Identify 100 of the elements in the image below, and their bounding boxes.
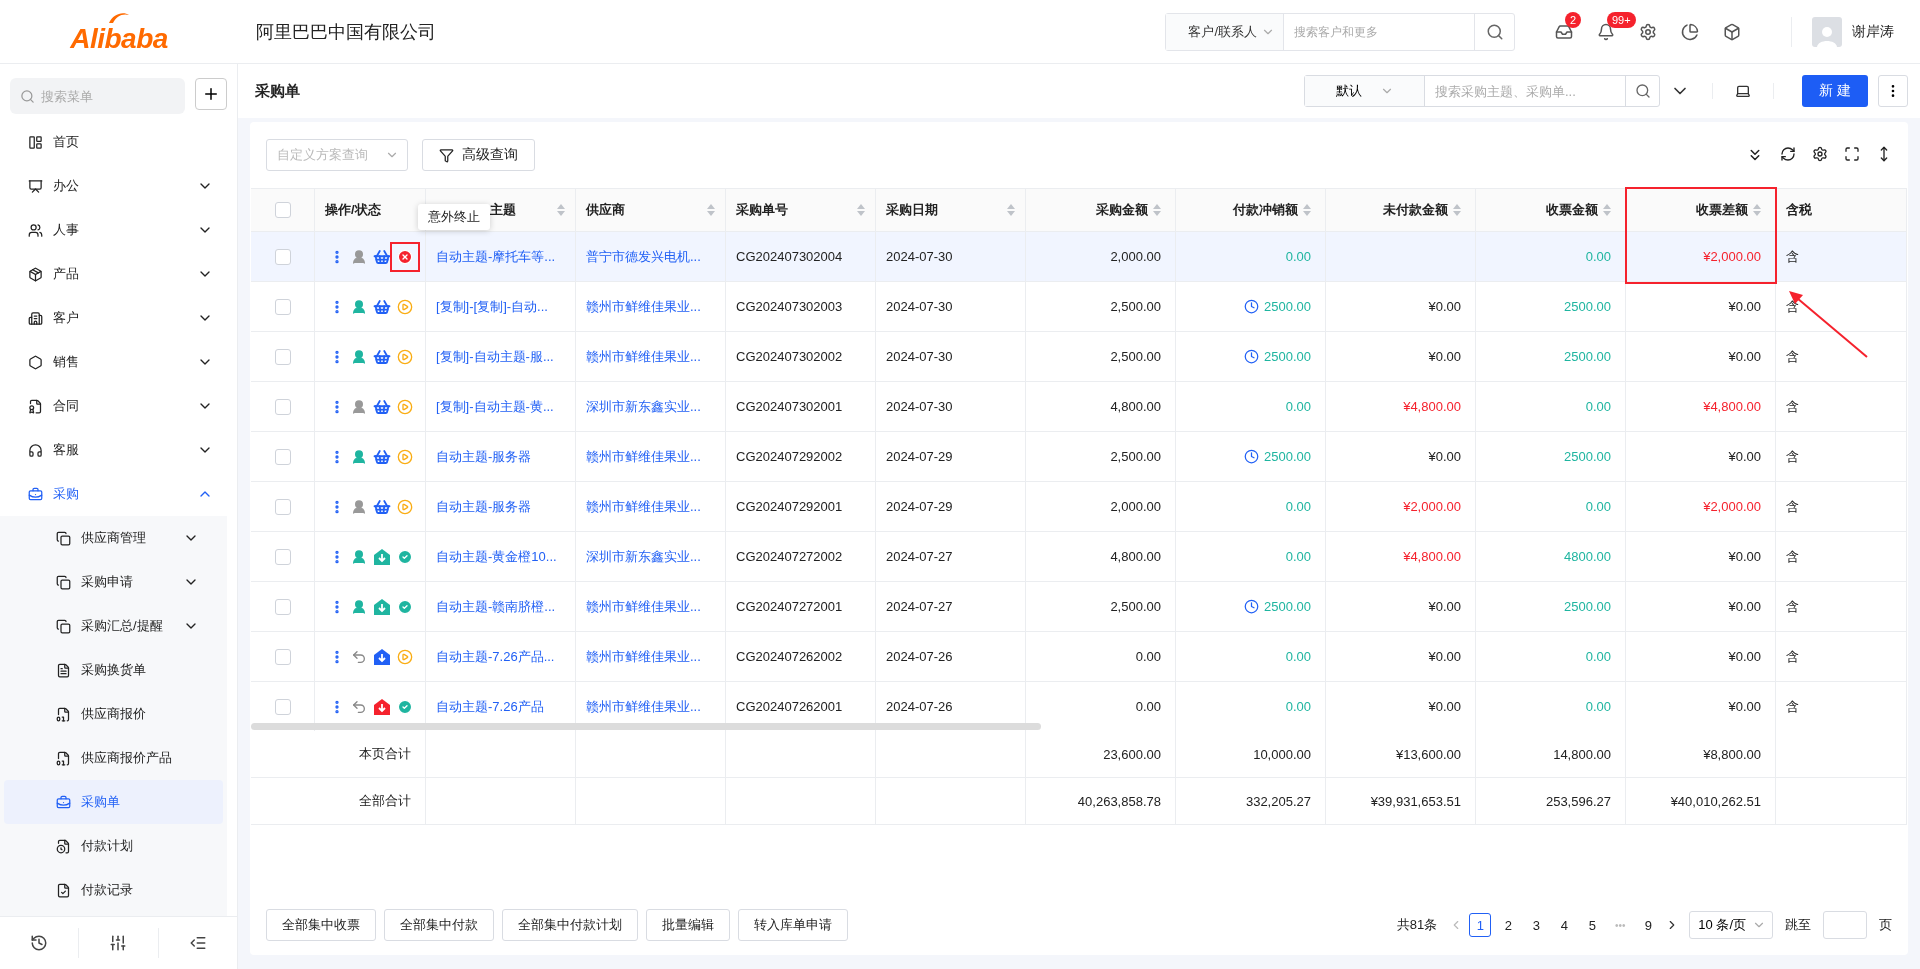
table-row[interactable]: 自动主题-服务器 赣州市鲜维佳果业... CG202407292002 2024-07-29 2,500.00 2500.00 ¥0.00 2500.00 ¥0.00 含 bbox=[251, 432, 1907, 482]
menu-search-box[interactable]: 搜索菜单 bbox=[10, 78, 185, 114]
supplier-link[interactable]: 赣州市鲜维佳果业... bbox=[586, 347, 701, 366]
undo-icon[interactable] bbox=[351, 698, 367, 715]
column-header[interactable]: 收票差额 bbox=[1626, 189, 1776, 231]
checkbox[interactable] bbox=[274, 548, 291, 565]
menu-item[interactable]: 客服 bbox=[0, 428, 237, 472]
person-icon[interactable] bbox=[351, 498, 367, 515]
sliders-icon[interactable] bbox=[109, 934, 128, 952]
page-button[interactable]: 1 bbox=[1469, 913, 1492, 937]
column-header[interactable]: 付款冲销额 bbox=[1176, 189, 1326, 231]
subject-link[interactable]: 自动主题-服务器 bbox=[436, 497, 532, 516]
menu-search-field[interactable]: 搜索菜单 bbox=[39, 87, 169, 105]
scrollbar[interactable] bbox=[251, 723, 1041, 730]
checkbox[interactable] bbox=[274, 298, 291, 315]
subject-link[interactable]: 自动主题-赣南脐橙... bbox=[436, 597, 556, 616]
menu-item[interactable]: 首页 bbox=[0, 120, 237, 164]
bell-icon[interactable] bbox=[1597, 22, 1615, 41]
refresh-icon[interactable] bbox=[1780, 146, 1796, 162]
person-icon[interactable] bbox=[351, 398, 367, 415]
supplier-link[interactable]: 深圳市新东鑫实业... bbox=[586, 397, 701, 416]
basket-icon[interactable] bbox=[373, 497, 391, 516]
cube-icon[interactable] bbox=[1723, 22, 1741, 41]
person-icon[interactable] bbox=[351, 298, 367, 315]
menu-item[interactable]: 采购单 bbox=[4, 780, 223, 824]
subject-link[interactable]: [复制]-自动主题-服... bbox=[436, 347, 554, 366]
checkbox[interactable] bbox=[274, 648, 291, 665]
menu-item[interactable]: 客户 bbox=[0, 296, 237, 340]
subject-link[interactable]: [复制]-[复制]-自动... bbox=[436, 297, 548, 316]
subject-link[interactable]: 自动主题-黄金橙10... bbox=[436, 547, 557, 566]
column-header[interactable]: 采购单号 bbox=[726, 189, 876, 231]
menu-item[interactable]: 产品 bbox=[0, 252, 237, 296]
column-header[interactable]: 收票金额 bbox=[1476, 189, 1626, 231]
menu-item[interactable]: 采购汇总/提醒 bbox=[4, 604, 223, 648]
checkbox[interactable] bbox=[274, 202, 291, 218]
search-bar[interactable]: 默认 搜索采购主题、采购单... bbox=[1304, 75, 1660, 107]
table-row[interactable]: [复制]-[复制]-自动... 赣州市鲜维佳果业... CG202407302003 2024-07-30 2,500.00 2500.00 ¥0.00 2500.00 ¥0.00 含 bbox=[251, 282, 1907, 332]
checkbox[interactable] bbox=[274, 698, 291, 715]
menu-item[interactable]: 供应商报价产品 bbox=[4, 736, 223, 780]
supplier-link[interactable]: 赣州市鲜维佳果业... bbox=[586, 647, 701, 666]
person-icon[interactable] bbox=[351, 248, 367, 265]
table-row[interactable]: 自动主题-服务器 赣州市鲜维佳果业... CG202407292001 2024-07-29 2,000.00 0.00 ¥2,000.00 0.00 ¥2,000.00 含 bbox=[251, 482, 1907, 532]
menu-item[interactable]: 采购 bbox=[0, 472, 237, 516]
table-row[interactable]: 自动主题-摩托车等... 普宁市德发兴电机... CG202407302004 2024-07-30 2,000.00 0.00 0.00 ¥2,000.00 含 bbox=[251, 232, 1907, 282]
person-icon[interactable] bbox=[351, 598, 367, 615]
column-header[interactable]: 采购日期 bbox=[876, 189, 1026, 231]
menu-item[interactable]: 付款计划 bbox=[4, 824, 223, 868]
page-size-select[interactable]: 10 条/页 bbox=[1689, 911, 1773, 939]
laptop-icon[interactable] bbox=[1735, 83, 1751, 99]
table-row[interactable]: 自动主题-7.26产品... 赣州市鲜维佳果业... CG202407262002 2024-07-26 0.00 0.00 ¥0.00 0.00 ¥0.00 含 bbox=[251, 632, 1907, 682]
menu-item[interactable]: 供应商报价 bbox=[4, 692, 223, 736]
table-row[interactable]: 自动主题-赣南脐橙... 赣州市鲜维佳果业... CG202407272001 2024-07-27 2,500.00 2500.00 ¥0.00 2500.00 ¥0.00 含 bbox=[251, 582, 1907, 632]
supplier-link[interactable]: 赣州市鲜维佳果业... bbox=[586, 497, 701, 516]
settings-icon[interactable] bbox=[1812, 146, 1828, 162]
action-button[interactable]: 全部集中付款 bbox=[384, 909, 494, 941]
warehouse-inbound-icon[interactable] bbox=[373, 697, 391, 716]
checkbox[interactable] bbox=[274, 448, 291, 465]
supplier-link[interactable]: 赣州市鲜维佳果业... bbox=[586, 447, 701, 466]
table-row[interactable]: [复制]-自动主题-黄... 深圳市新东鑫实业... CG202407302001 2024-07-30 4,800.00 0.00 ¥4,800.00 0.00 ¥4,800.00 含 bbox=[251, 382, 1907, 432]
person-icon[interactable] bbox=[351, 548, 367, 565]
basket-icon[interactable] bbox=[373, 297, 391, 316]
menu-item[interactable]: 办公 bbox=[0, 164, 237, 208]
history-icon[interactable] bbox=[30, 934, 49, 952]
menu-item[interactable]: 合同 bbox=[0, 384, 237, 428]
basket-icon[interactable] bbox=[373, 347, 391, 366]
subject-link[interactable]: [复制]-自动主题-黄... bbox=[436, 397, 554, 416]
menu-item[interactable]: 采购换货单 bbox=[4, 648, 223, 692]
new-button[interactable]: 新 建 bbox=[1802, 75, 1868, 107]
chart-icon[interactable] bbox=[1681, 22, 1699, 41]
table-row[interactable]: [复制]-自动主题-服... 赣州市鲜维佳果业... CG202407302002 2024-07-30 2,500.00 2500.00 ¥0.00 2500.00 ¥0.00 含 bbox=[251, 332, 1907, 382]
search-scope-select[interactable]: 客户/联系人 bbox=[1166, 13, 1284, 50]
menu-item[interactable]: 付款记录 bbox=[4, 868, 223, 912]
basket-icon[interactable] bbox=[373, 447, 391, 466]
supplier-link[interactable]: 深圳市新东鑫实业... bbox=[586, 547, 701, 566]
column-header[interactable]: 未付款金额 bbox=[1326, 189, 1476, 231]
undo-icon[interactable] bbox=[351, 648, 367, 665]
menu-item[interactable]: 销售 bbox=[0, 340, 237, 384]
checkbox[interactable] bbox=[274, 598, 291, 615]
supplier-link[interactable]: 赣州市鲜维佳果业... bbox=[586, 297, 701, 316]
settings-icon[interactable] bbox=[1639, 22, 1657, 41]
action-button[interactable]: 转入库单申请 bbox=[738, 909, 848, 941]
action-button[interactable]: 批量编辑 bbox=[646, 909, 730, 941]
add-button[interactable] bbox=[195, 78, 227, 110]
subject-link[interactable]: 自动主题-摩托车等... bbox=[436, 247, 556, 266]
subject-link[interactable]: 自动主题-7.26产品 bbox=[436, 697, 544, 716]
subject-link[interactable]: 自动主题-7.26产品... bbox=[436, 647, 555, 666]
column-header[interactable]: 采购金额 bbox=[1026, 189, 1176, 231]
collapse-menu-icon[interactable] bbox=[188, 934, 207, 952]
page-number-field[interactable] bbox=[1823, 911, 1867, 939]
action-button[interactable]: 全部集中收票 bbox=[266, 909, 376, 941]
warehouse-inbound-icon[interactable] bbox=[373, 647, 391, 666]
table-row[interactable]: 自动主题-黄金橙10... 深圳市新东鑫实业... CG202407272002 2024-07-27 4,800.00 0.00 ¥4,800.00 4800.00 ¥0.00 含 bbox=[251, 532, 1907, 582]
checkbox[interactable] bbox=[274, 348, 291, 365]
checkbox[interactable] bbox=[274, 498, 291, 515]
menu-item[interactable]: 供应商管理 bbox=[4, 516, 223, 560]
person-icon[interactable] bbox=[351, 448, 367, 465]
supplier-link[interactable]: 赣州市鲜维佳果业... bbox=[586, 597, 701, 616]
basket-icon[interactable] bbox=[373, 247, 391, 266]
checkbox[interactable] bbox=[274, 248, 291, 265]
action-button[interactable]: 全部集中付款计划 bbox=[502, 909, 638, 941]
